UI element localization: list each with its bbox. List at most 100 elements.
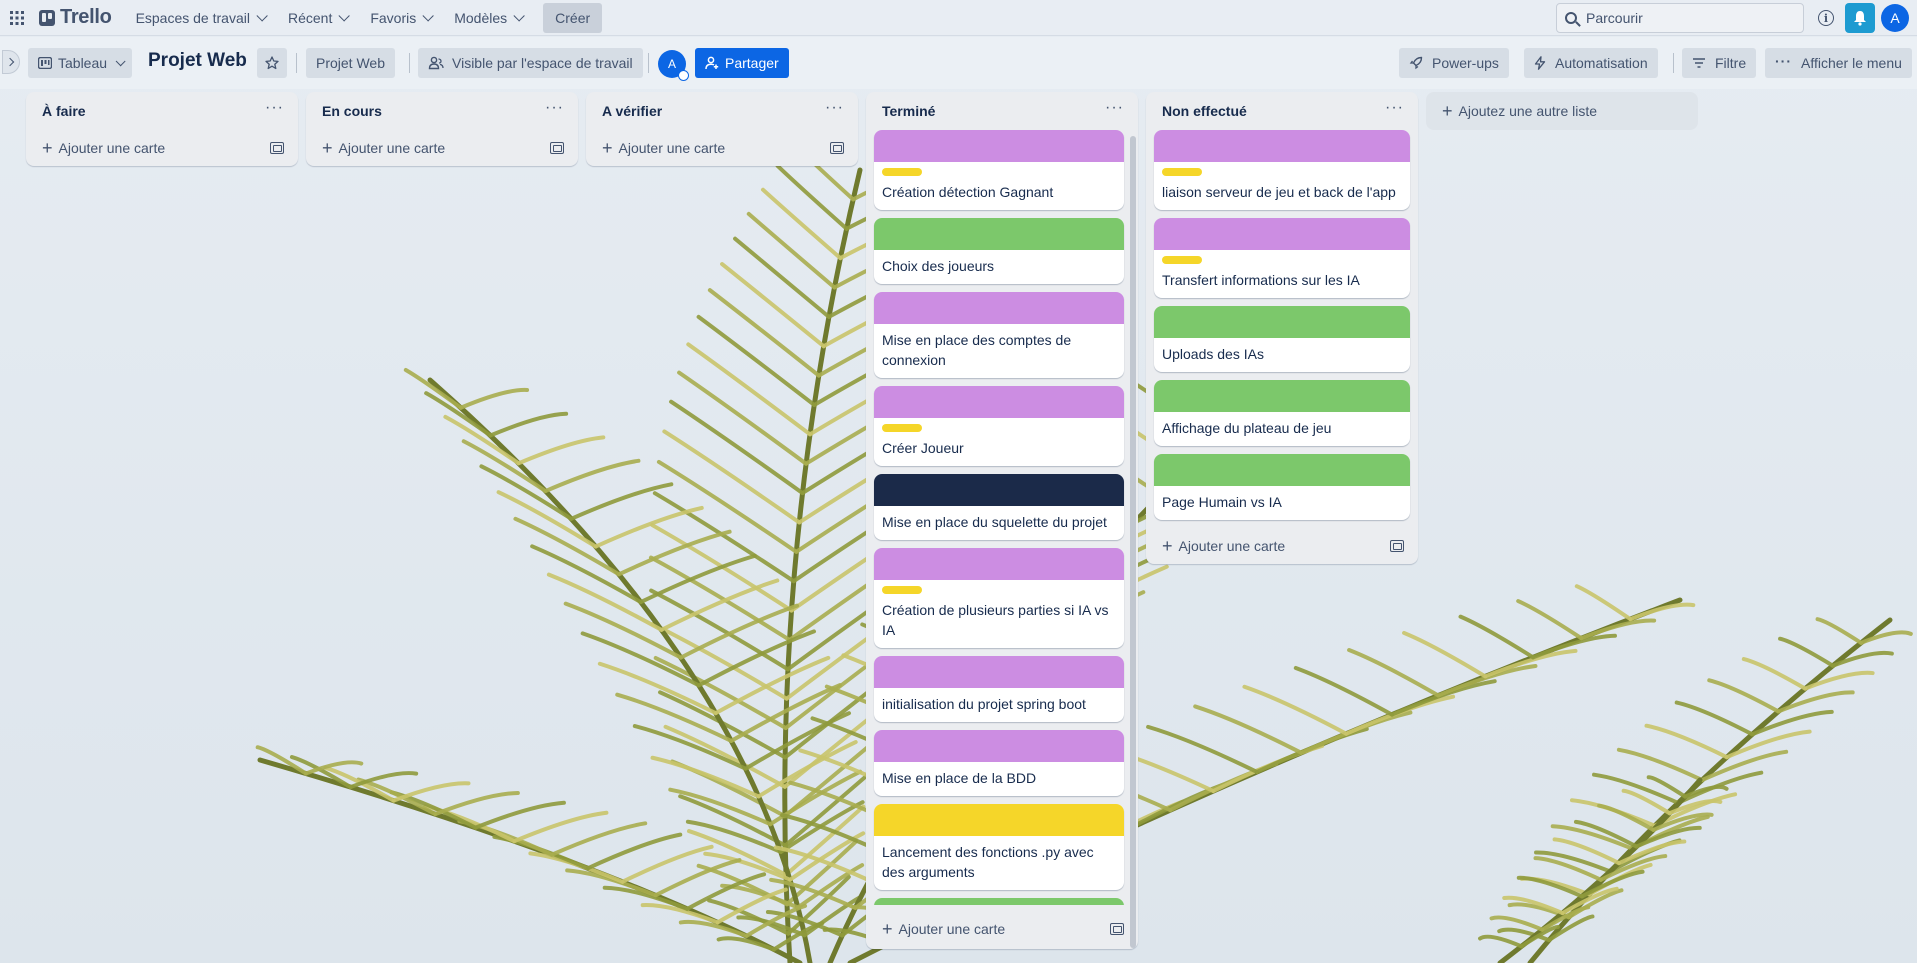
scrollbar-thumb[interactable] xyxy=(1130,136,1136,948)
power-ups-label: Power-ups xyxy=(1432,55,1499,71)
power-ups-button[interactable]: Power-ups xyxy=(1399,48,1509,78)
add-card-button[interactable]: + Ajouter une carte xyxy=(1162,537,1285,555)
add-card-row: + Ajouter une carte xyxy=(26,130,298,166)
create-from-template-icon[interactable] xyxy=(1110,923,1124,935)
plus-icon: + xyxy=(42,138,53,158)
add-card-button[interactable]: + Ajouter une carte xyxy=(42,139,165,157)
card-label[interactable] xyxy=(1162,168,1202,176)
nav-templates[interactable]: Modèles xyxy=(444,3,531,33)
account-avatar[interactable]: A xyxy=(1881,4,1909,32)
app-switcher-icon[interactable] xyxy=(5,6,29,30)
add-card-label: Ajouter une carte xyxy=(58,140,166,156)
list-title[interactable]: À faire xyxy=(42,103,86,119)
create-from-template-icon[interactable] xyxy=(1390,540,1404,552)
list-done: Terminé ··· Création détection Gagnant Ch… xyxy=(866,92,1138,949)
list-scrollbar[interactable] xyxy=(1130,132,1136,948)
card[interactable]: Mise en place de la BDD xyxy=(874,730,1124,796)
add-card-button[interactable]: + Ajouter une carte xyxy=(602,139,725,157)
information-button[interactable]: i xyxy=(1814,6,1838,30)
list-title[interactable]: Non effectué xyxy=(1162,103,1247,119)
nav-workspaces[interactable]: Espaces de travail xyxy=(126,3,274,33)
add-card-button[interactable]: + Ajouter une carte xyxy=(882,920,1005,938)
admin-badge-icon xyxy=(678,70,689,81)
board-title[interactable]: Projet Web xyxy=(148,50,247,72)
list-menu-icon[interactable]: ··· xyxy=(825,100,844,122)
card-label[interactable] xyxy=(882,168,922,176)
card-cover xyxy=(1154,380,1410,412)
trello-logo-text: Trello xyxy=(60,6,112,28)
card[interactable]: Page Humain vs IA xyxy=(1154,454,1410,520)
add-card-button[interactable]: + Ajouter une carte xyxy=(322,139,445,157)
star-board-button[interactable] xyxy=(257,48,287,78)
filter-button[interactable]: Filtre xyxy=(1682,48,1757,78)
card[interactable]: Créer Joueur xyxy=(874,386,1124,466)
share-button[interactable]: Partager xyxy=(695,48,789,78)
list-not-done: Non effectué ··· liaison serveur de jeu … xyxy=(1146,92,1418,564)
card[interactable]: Choix des joueurs xyxy=(874,218,1124,284)
search-input[interactable]: Parcourir xyxy=(1556,3,1804,33)
nav-starred[interactable]: Favoris xyxy=(360,3,440,33)
bell-icon xyxy=(1854,11,1866,26)
board-header: Tableau Projet Web Projet Web Visible pa… xyxy=(0,37,1917,89)
card[interactable]: Mise en place des comptes de connexion xyxy=(874,292,1124,378)
card[interactable]: Lancement des fonctions .py avec des arg… xyxy=(874,804,1124,890)
card-list: liaison serveur de jeu et back de l'app T… xyxy=(1146,130,1418,528)
add-list-label: Ajoutez une autre liste xyxy=(1458,103,1598,119)
card-title: Création détection Gagnant xyxy=(882,184,1054,200)
card[interactable]: Transfert informations sur les IA xyxy=(1154,218,1410,298)
notifications-button[interactable] xyxy=(1845,3,1875,33)
list-header: A vérifier ··· xyxy=(586,92,858,130)
sidebar-expand-button[interactable] xyxy=(2,50,20,74)
card[interactable]: liaison serveur de jeu et back de l'app xyxy=(1154,130,1410,210)
create-from-template-icon[interactable] xyxy=(550,142,564,154)
list-to-review: A vérifier ··· + Ajouter une carte xyxy=(586,92,858,166)
workspace-button[interactable]: Projet Web xyxy=(306,48,395,78)
plus-icon: + xyxy=(602,138,613,158)
card[interactable]: Création de plusieurs parties si IA vs I… xyxy=(874,548,1124,648)
card-label[interactable] xyxy=(882,424,922,432)
nav-recent[interactable]: Récent xyxy=(278,3,356,33)
plus-icon: + xyxy=(882,919,893,939)
list-menu-icon[interactable]: ··· xyxy=(265,100,284,122)
list-header: À faire ··· xyxy=(26,92,298,130)
divider xyxy=(648,53,649,73)
create-button[interactable]: Créer xyxy=(543,2,603,33)
card[interactable]: Création détection Gagnant xyxy=(874,130,1124,210)
list-title[interactable]: En cours xyxy=(322,103,382,119)
divider xyxy=(296,53,297,73)
card-cover xyxy=(874,218,1124,250)
card-label[interactable] xyxy=(882,586,922,594)
card[interactable] xyxy=(874,898,1124,905)
card[interactable]: Mise en place du squelette du projet xyxy=(874,474,1124,540)
filter-label: Filtre xyxy=(1715,55,1747,71)
visibility-button[interactable]: Visible par l'espace de travail xyxy=(418,48,643,78)
add-card-row: + Ajouter une carte xyxy=(586,130,858,166)
card[interactable]: initialisation du projet spring boot xyxy=(874,656,1124,722)
show-menu-button[interactable]: ··· Afficher le menu xyxy=(1765,48,1912,78)
list-title[interactable]: Terminé xyxy=(882,103,935,119)
automation-button[interactable]: Automatisation xyxy=(1524,48,1658,78)
card-title: Mise en place des comptes de connexion xyxy=(882,332,1072,368)
card-cover xyxy=(1154,130,1410,162)
add-list-button[interactable]: + Ajoutez une autre liste xyxy=(1426,92,1698,130)
board-member-avatar[interactable]: A xyxy=(658,50,689,81)
list-menu-icon[interactable]: ··· xyxy=(545,100,564,122)
list-menu-icon[interactable]: ··· xyxy=(1105,100,1124,122)
board-view-switcher[interactable]: Tableau xyxy=(28,48,133,78)
list-menu-icon[interactable]: ··· xyxy=(1385,100,1404,122)
card[interactable]: Uploads des IAs xyxy=(1154,306,1410,372)
more-icon: ··· xyxy=(1775,52,1792,69)
list-header: En cours ··· xyxy=(306,92,578,130)
trello-logo[interactable]: Trello xyxy=(39,6,112,29)
search-icon xyxy=(1565,12,1577,24)
card-cover xyxy=(874,656,1124,688)
card-body: Mise en place de la BDD xyxy=(874,762,1124,796)
chevron-down-icon xyxy=(422,9,435,22)
add-card-label: Ajouter une carte xyxy=(898,921,1006,937)
card-title: Création de plusieurs parties si IA vs I… xyxy=(882,602,1109,638)
list-title[interactable]: A vérifier xyxy=(602,103,662,119)
card-label[interactable] xyxy=(1162,256,1202,264)
create-from-template-icon[interactable] xyxy=(270,142,284,154)
create-from-template-icon[interactable] xyxy=(830,142,844,154)
card[interactable]: Affichage du plateau de jeu xyxy=(1154,380,1410,446)
